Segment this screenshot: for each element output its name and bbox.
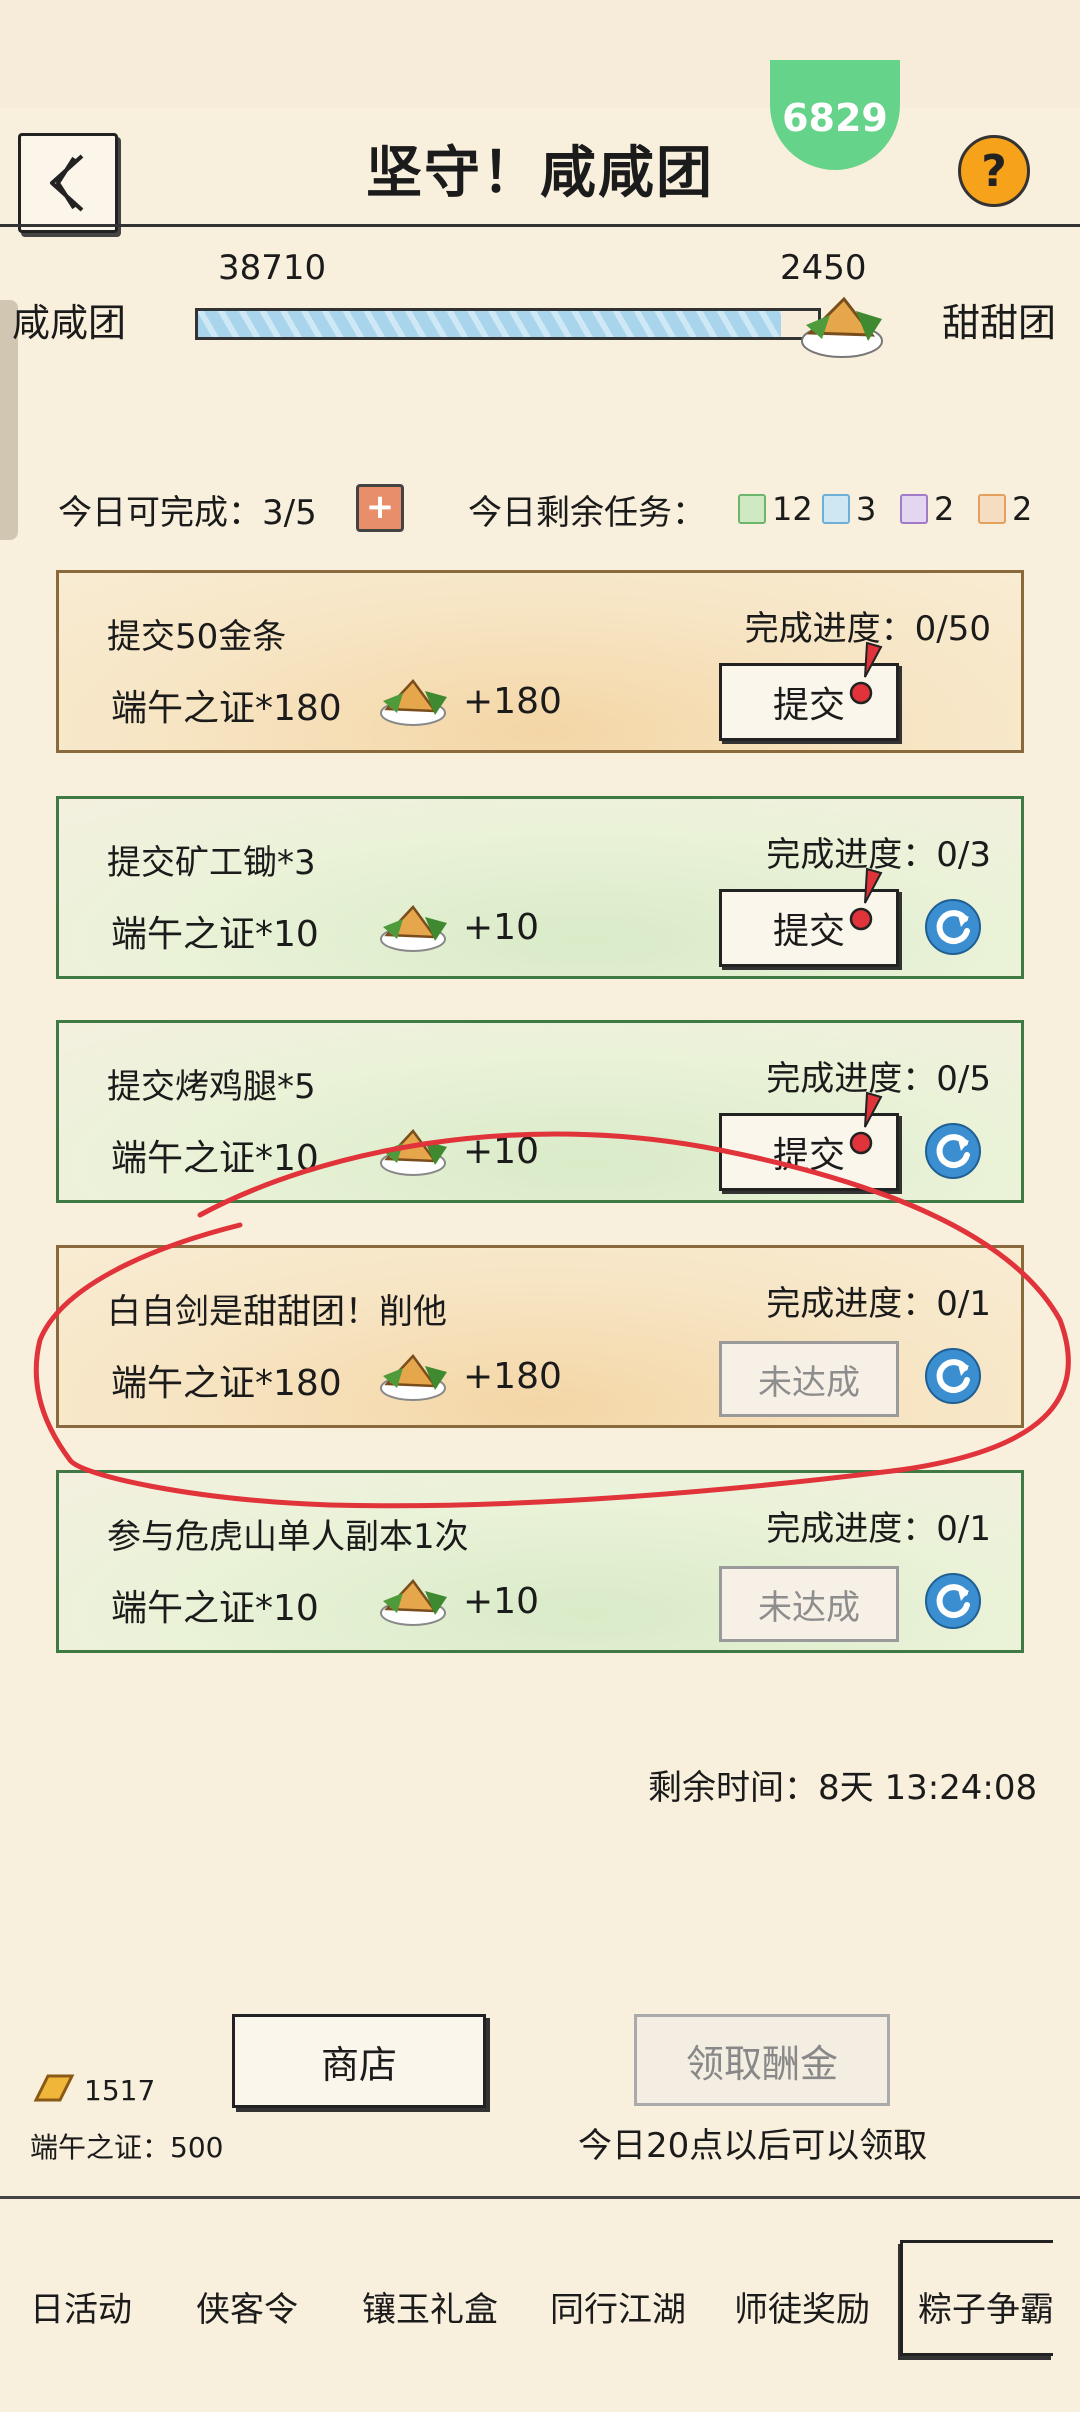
task-reward: 端午之证*10	[111, 1588, 319, 1629]
refresh-icon[interactable]	[923, 897, 983, 961]
task-name: 提交矿工锄*3	[107, 843, 316, 883]
orange-scroll-icon	[978, 494, 1006, 524]
task-reward: 端午之证*180	[111, 688, 342, 729]
right-team-name: 甜甜团	[942, 301, 1057, 345]
chip-count: 2	[1012, 490, 1033, 528]
task-card: 参与危虎山单人副本1次端午之证*10 +10 完成进度：0/1 未达成	[56, 1470, 1024, 1653]
alert-icon	[847, 867, 883, 937]
left-team-score: 38710	[218, 248, 327, 288]
task-name: 提交50金条	[107, 617, 287, 657]
time-remaining: 剩余时间：8天 13:24:08	[648, 1768, 1038, 1808]
cert-count: 端午之证：500	[30, 2131, 224, 2164]
reward-amount: +180	[463, 1356, 562, 1397]
purple-scroll-icon	[900, 494, 928, 524]
task-name: 提交烤鸡腿*5	[107, 1067, 316, 1107]
task-card: 白自剑是甜甜团！削他端午之证*180 +180 完成进度：0/1 未达成	[56, 1245, 1024, 1428]
gold-bar-icon	[32, 2070, 76, 2114]
reward-amount: +180	[463, 681, 562, 722]
red-annotation-circle	[33, 1131, 1071, 1509]
zongzi-icon	[377, 895, 451, 959]
not-achieved-button[interactable]: 未达成	[719, 1341, 899, 1417]
task-chip-purple: 2	[900, 490, 954, 528]
task-name: 参与危虎山单人副本1次	[107, 1517, 469, 1557]
green-scroll-icon	[738, 494, 766, 524]
shop-button[interactable]: 商店	[232, 2014, 486, 2108]
not-achieved-button[interactable]: 未达成	[719, 1566, 899, 1642]
task-progress: 完成进度：0/1	[766, 1284, 991, 1324]
task-card: 提交矿工锄*3 端午之证*10 +10 完成进度：0/3 提交	[56, 796, 1024, 979]
alert-icon	[847, 641, 883, 711]
left-team-name: 咸咸团	[12, 301, 127, 345]
zongzi-icon	[377, 1344, 451, 1408]
alert-icon	[847, 1091, 883, 1161]
right-team-score: 2450	[780, 248, 867, 288]
task-progress: 完成进度：0/1	[766, 1509, 991, 1549]
reward-amount: +10	[463, 907, 539, 948]
tab-hero-order[interactable]: 侠客令	[196, 2282, 298, 2331]
footer-divider	[0, 2196, 1080, 2199]
task-chip-blue: 3	[822, 490, 876, 528]
zongzi-icon	[377, 1119, 451, 1183]
task-chip-orange: 2	[978, 490, 1032, 528]
chip-count: 3	[856, 490, 877, 528]
daily-completable: 今日可完成：3/5	[58, 493, 317, 533]
page-title: 坚守！咸咸团	[366, 141, 714, 206]
tug-progress-bar	[195, 308, 821, 340]
task-card: 提交50金条 端午之证*180 +180 完成进度：0/50 提交	[56, 570, 1024, 753]
task-card: 提交烤鸡腿*5 端午之证*10 +10 完成进度：0/5 提交	[56, 1020, 1024, 1203]
zongzi-icon	[377, 1569, 451, 1633]
tab-daily-activity[interactable]: 日活动	[30, 2282, 132, 2331]
reward-amount: +10	[463, 1131, 539, 1172]
task-reward: 端午之证*10	[111, 1138, 319, 1179]
refresh-icon[interactable]	[923, 1121, 983, 1185]
reward-amount: +10	[463, 1581, 539, 1622]
zongzi-marker-icon	[796, 285, 888, 369]
claim-note: 今日20点以后可以领取	[578, 2126, 928, 2166]
add-attempts-button[interactable]: +	[356, 484, 404, 532]
chip-count: 2	[934, 490, 955, 528]
tab-zongzi-battle[interactable]: 粽子争霸	[918, 2282, 1054, 2331]
help-button[interactable]: ?	[958, 135, 1030, 207]
blue-scroll-icon	[822, 494, 850, 524]
zongzi-icon	[377, 669, 451, 733]
refresh-icon[interactable]	[923, 1346, 983, 1410]
remaining-tasks-label: 今日剩余任务：	[468, 493, 706, 533]
top-strip	[0, 0, 1080, 108]
task-reward: 端午之证*10	[111, 914, 319, 955]
tab-mentor-reward[interactable]: 师徒奖励	[734, 2282, 870, 2331]
gold-count: 1517	[84, 2074, 156, 2107]
task-reward: 端午之证*180	[111, 1363, 342, 1404]
refresh-icon[interactable]	[923, 1571, 983, 1635]
claim-reward-button[interactable]: 领取酬金	[634, 2014, 890, 2106]
tab-jade-giftbox[interactable]: 镶玉礼盒	[362, 2282, 498, 2331]
header-divider	[0, 224, 1080, 227]
task-name: 白自剑是甜甜团！削他	[107, 1292, 447, 1332]
chip-count: 12	[772, 490, 813, 528]
tab-travel-together[interactable]: 同行江湖	[550, 2282, 686, 2331]
task-chip-green: 12	[738, 490, 813, 528]
